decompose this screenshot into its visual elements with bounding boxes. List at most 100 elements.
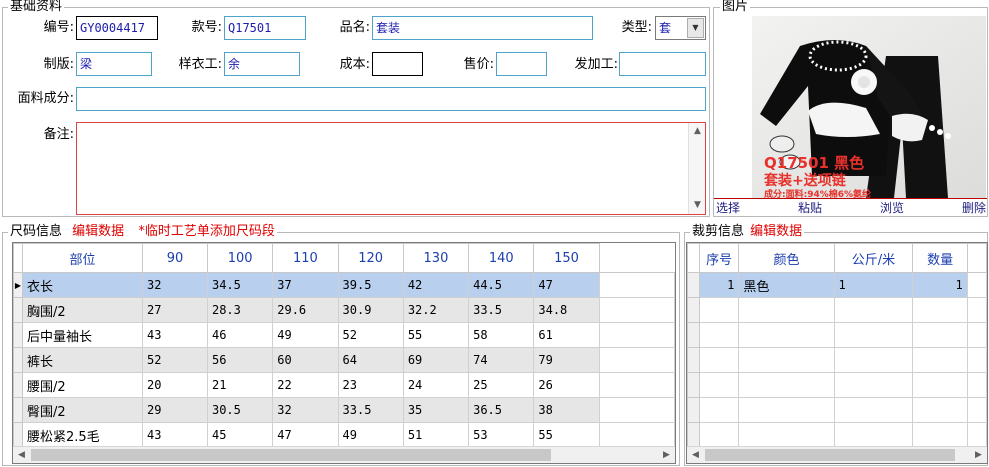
table-cell[interactable]: 25 [468, 372, 535, 398]
table-cell[interactable]: 37 [272, 272, 339, 298]
table-cell[interactable]: 黑色 [738, 272, 835, 298]
table-cell[interactable]: 30.5 [206, 397, 274, 423]
table-cell[interactable]: 56 [206, 347, 274, 373]
scroll-right-icon[interactable]: ▶ [970, 447, 987, 463]
table-cell[interactable]: 46 [206, 322, 274, 348]
scroll-left-icon[interactable]: ◀ [687, 447, 704, 463]
table-cell[interactable]: 52 [337, 322, 404, 348]
table-row[interactable]: 后中量袖长 43 46 49 52 55 58 61 [13, 322, 675, 348]
table-cell[interactable]: 28.3 [206, 297, 274, 323]
scroll-right-icon[interactable]: ▶ [658, 447, 675, 463]
scroll-up-icon[interactable]: ▲ [689, 123, 706, 140]
table-row[interactable]: ▶ 衣长 32 34.5 37 39.5 42 44.5 47 [13, 272, 675, 298]
table-cell[interactable]: 后中量袖长 [22, 322, 143, 348]
table-cell[interactable]: 64 [337, 347, 404, 373]
column-header[interactable]: 数量 [912, 243, 968, 273]
scroll-left-icon[interactable]: ◀ [13, 447, 30, 463]
table-cell[interactable]: 30.9 [337, 297, 404, 323]
table-cell[interactable]: 44.5 [468, 272, 535, 298]
table-cell[interactable]: 29 [142, 397, 208, 423]
fabric-field[interactable] [76, 87, 706, 111]
pic-browse-link[interactable]: 浏览 [880, 201, 904, 216]
table-cell[interactable]: 臀围/2 [22, 397, 143, 423]
plate-field[interactable]: 梁 [76, 52, 152, 76]
processor-field[interactable] [619, 52, 706, 76]
cut-grid[interactable]: 序号 颜色 公斤/米 数量 1 黑色 1 1 ◀ ▶ [686, 242, 988, 464]
size-grid-hscrollbar[interactable]: ◀ ▶ [13, 446, 675, 463]
table-cell[interactable]: 79 [533, 347, 600, 373]
column-header[interactable]: 140 [468, 243, 535, 273]
table-cell[interactable]: 45 [206, 422, 274, 448]
table-cell[interactable]: 55 [533, 422, 600, 448]
table-cell[interactable]: 60 [272, 347, 339, 373]
cost-field[interactable] [372, 52, 423, 76]
column-header[interactable]: 110 [272, 243, 339, 273]
column-header[interactable]: 序号 [698, 243, 740, 273]
cut-edit-link[interactable]: 编辑数据 [750, 224, 802, 239]
size-segment-note[interactable]: *临时工艺单添加尺码段 [138, 224, 275, 239]
pic-paste-link[interactable]: 粘贴 [798, 201, 822, 216]
scroll-thumb[interactable] [705, 449, 955, 461]
table-cell[interactable]: 21 [206, 372, 274, 398]
pic-delete-link[interactable]: 删除 [962, 201, 986, 216]
table-cell[interactable]: 61 [533, 322, 600, 348]
table-row[interactable]: 腰围/2 20 21 22 23 24 25 26 [13, 372, 675, 398]
column-header[interactable]: 120 [337, 243, 404, 273]
table-cell[interactable]: 23 [337, 372, 404, 398]
table-cell[interactable]: 34.8 [533, 297, 600, 323]
column-header[interactable]: 颜色 [738, 243, 835, 273]
table-cell[interactable]: 33.5 [468, 297, 535, 323]
column-header[interactable]: 100 [206, 243, 274, 273]
table-cell[interactable]: 腰松紧2.5毛 [22, 422, 143, 448]
table-row[interactable]: 臀围/2 29 30.5 32 33.5 35 36.5 38 [13, 397, 675, 423]
table-cell[interactable]: 42 [402, 272, 470, 298]
product-name-field[interactable]: 套装 [372, 16, 593, 40]
table-cell[interactable]: 1 [833, 272, 914, 298]
table-cell[interactable]: 衣长 [22, 272, 143, 298]
table-row[interactable]: 腰松紧2.5毛 43 45 47 49 51 53 55 [13, 422, 675, 448]
size-grid[interactable]: 部位 90 100 110 120 130 140 150 ▶ 衣长 32 34… [12, 242, 676, 464]
table-cell[interactable]: 32.2 [402, 297, 470, 323]
table-cell[interactable]: 32 [142, 272, 208, 298]
table-cell[interactable]: 22 [272, 372, 339, 398]
column-header[interactable]: 公斤/米 [833, 243, 914, 273]
table-cell[interactable]: 49 [337, 422, 404, 448]
table-cell[interactable]: 33.5 [337, 397, 404, 423]
table-cell[interactable]: 32 [272, 397, 339, 423]
pic-select-link[interactable]: 选择 [716, 201, 740, 216]
column-header[interactable]: 130 [402, 243, 470, 273]
table-cell[interactable]: 26 [533, 372, 600, 398]
code-field[interactable]: GY0004417 [76, 16, 158, 40]
table-cell[interactable]: 29.6 [272, 297, 339, 323]
column-header[interactable]: 部位 [22, 243, 143, 273]
table-row[interactable]: 胸围/2 27 28.3 29.6 30.9 32.2 33.5 34.8 [13, 297, 675, 323]
column-header[interactable]: 150 [533, 243, 600, 273]
table-cell[interactable]: 腰围/2 [22, 372, 143, 398]
table-cell[interactable]: 74 [468, 347, 535, 373]
table-cell[interactable]: 43 [142, 322, 208, 348]
table-cell[interactable]: 裤长 [22, 347, 143, 373]
style-no-field[interactable]: Q17501 [224, 16, 306, 40]
table-cell[interactable]: 51 [402, 422, 470, 448]
column-header[interactable]: 90 [142, 243, 208, 273]
size-edit-link[interactable]: 编辑数据 [72, 224, 124, 239]
scroll-thumb[interactable] [31, 449, 551, 461]
table-cell[interactable]: 39.5 [337, 272, 404, 298]
table-cell[interactable]: 27 [142, 297, 208, 323]
table-cell[interactable]: 47 [272, 422, 339, 448]
type-select[interactable]: 套 ▼ [655, 16, 706, 40]
table-cell[interactable]: 38 [533, 397, 600, 423]
remark-textarea[interactable] [76, 122, 706, 215]
cut-grid-hscrollbar[interactable]: ◀ ▶ [687, 446, 987, 463]
table-cell[interactable]: 53 [468, 422, 535, 448]
table-cell[interactable]: 58 [468, 322, 535, 348]
table-cell[interactable]: 69 [402, 347, 470, 373]
table-cell[interactable]: 47 [533, 272, 600, 298]
scroll-down-icon[interactable]: ▼ [689, 197, 706, 214]
table-row[interactable]: 裤长 52 56 60 64 69 74 79 [13, 347, 675, 373]
table-cell[interactable]: 52 [142, 347, 208, 373]
price-field[interactable] [496, 52, 547, 76]
table-cell[interactable]: 49 [272, 322, 339, 348]
table-cell[interactable]: 34.5 [206, 272, 274, 298]
table-cell[interactable]: 1 [698, 272, 740, 298]
